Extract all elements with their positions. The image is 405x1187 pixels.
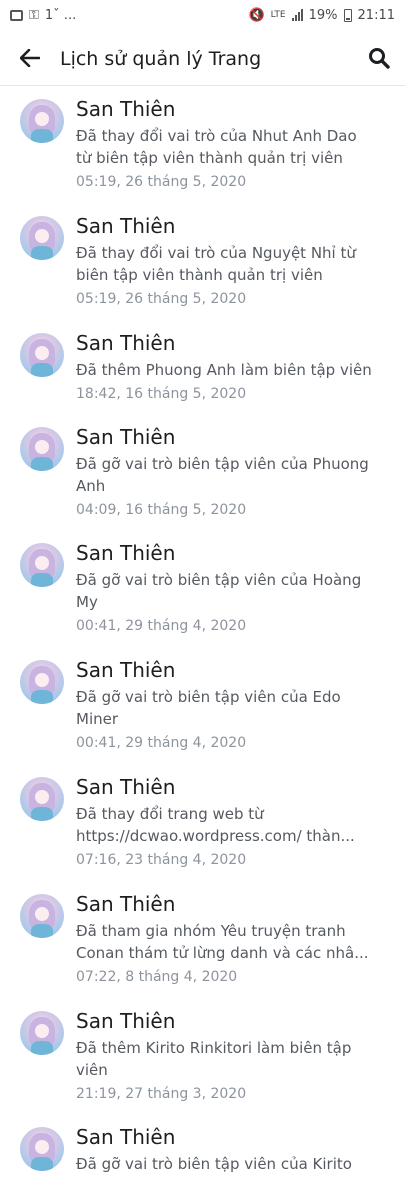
list-item[interactable]: San Thiên Đã thay đổi trang web từ https… [0,768,405,885]
activity-description: Đã gỡ vai trò biên tập viên của Edo Mine… [76,688,341,729]
activity-time: 00:41, 29 tháng 4, 2020 [76,618,247,635]
avatar [20,215,64,260]
activity-description: Đã thêm Phuong Anh làm biên tập viên [76,360,372,379]
activity-time: 07:16, 23 tháng 4, 2020 [76,851,247,868]
actor-name: San Thiên [76,213,176,238]
activity-description: Đã gỡ vai trò biên tập viên của Kirito [76,1155,352,1174]
activity-time: 04:09, 16 tháng 5, 2020 [76,501,247,518]
actor-name: San Thiên [76,1008,176,1033]
activity-time: 05:19, 26 tháng 5, 2020 [76,174,247,190]
network-type: LTE [270,10,286,20]
actor-name: San Thiên [76,330,176,355]
status-left: ⚿ 1ˇ ... [10,8,76,23]
avatar [20,776,64,821]
mute-icon: 🔇 [248,7,265,23]
actor-name: San Thiên [76,658,176,683]
actor-name: San Thiên [76,97,176,121]
arrow-left-icon [20,48,40,67]
battery-icon [343,8,352,22]
status-bar: ⚿ 1ˇ ... 🔇 LTE 19% 21:11 [0,0,405,30]
signal-icon [291,9,303,21]
search-icon [369,47,390,69]
activity-time: 05:19, 26 tháng 5, 2020 [76,290,247,307]
gallery-icon [10,9,23,21]
activity-description: Đã thêm Kirito Rinkitori làm biên tập vi… [76,1038,352,1079]
avatar [20,1127,64,1172]
avatar [20,426,64,471]
avatar [20,1010,64,1055]
actor-name: San Thiên [76,891,176,916]
avatar [20,332,64,377]
list-item[interactable]: San Thiên Đã gỡ vai trò biên tập viên củ… [0,651,405,768]
activity-time: 21:19, 27 tháng 3, 2020 [76,1085,247,1102]
back-button[interactable] [0,30,60,86]
list-item[interactable]: San Thiên Đã tham gia nhóm Yêu truyện tr… [0,885,405,1002]
list-item[interactable]: San Thiên Đã gỡ vai trò biên tập viên củ… [0,418,405,535]
search-button[interactable] [353,30,405,86]
status-right: 🔇 LTE 19% 21:11 [248,8,395,23]
activity-description: Đã thay đổi vai trò của Nhut Anh Dao từ … [76,127,357,167]
actor-name: San Thiên [76,774,176,799]
list-item[interactable]: San Thiên Đã thay đổi vai trò của Nhut A… [0,90,405,207]
avatar [20,660,64,705]
actor-name: San Thiên [76,424,176,449]
activity-time: 00:41, 29 tháng 4, 2020 [76,735,247,752]
app-header: Lịch sử quản lý Trang [0,30,405,86]
avatar [20,99,64,143]
key-icon: ⚿ [29,7,39,23]
activity-time: 07:22, 8 tháng 4, 2020 [76,968,238,985]
avatar [20,893,64,938]
actor-name: San Thiên [76,1125,176,1150]
list-item[interactable]: San Thiên Đã gỡ vai trò biên tập viên củ… [0,534,405,651]
activity-description: Đã tham gia nhóm Yêu truyện tranh Conan … [76,921,369,962]
activity-description: Đã thay đổi vai trò của Nguyệt Nhỉ từ bi… [76,243,356,284]
actor-name: San Thiên [76,541,176,566]
list-item[interactable]: San Thiên Đã thay đổi vai trò của Nguyệt… [0,207,405,324]
activity-description: Đã gỡ vai trò biên tập viên của Hoàng My [76,571,362,612]
activity-description: Đã thay đổi trang web từ https://dcwao.w… [76,804,355,845]
activity-list: San Thiên Đã thay đổi vai trò của Nhut A… [0,90,405,1187]
clock: 21:11 [357,7,395,23]
list-item[interactable]: San Thiên Đã gỡ vai trò biên tập viên củ… [0,1118,405,1187]
status-left-text: 1ˇ ... [44,7,77,23]
list-item[interactable]: San Thiên Đã thêm Phuong Anh làm biên tậ… [0,324,405,418]
page-title: Lịch sử quản lý Trang [60,47,262,70]
battery-percent: 19% [308,7,338,23]
activity-description: Đã gỡ vai trò biên tập viên của Phuong A… [76,454,369,495]
list-item[interactable]: San Thiên Đã thêm Kirito Rinkitori làm b… [0,1002,405,1119]
avatar [20,543,64,588]
activity-time: 18:42, 16 tháng 5, 2020 [76,385,247,402]
